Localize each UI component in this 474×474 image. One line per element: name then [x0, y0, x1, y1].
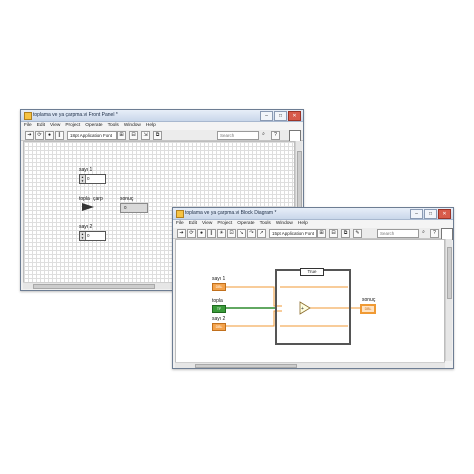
front-panel-menubar: File Edit View Project Operate Tools Win…: [21, 122, 303, 130]
distribute-objects-icon[interactable]: ⊟: [329, 229, 338, 238]
close-button[interactable]: ✕: [288, 111, 301, 121]
menu-view[interactable]: View: [50, 122, 60, 130]
menu-edit[interactable]: Edit: [37, 122, 45, 130]
front-panel-title: toplama ve ya çarpma.vi Front Panel *: [33, 112, 118, 118]
font-select[interactable]: 15pt Application Font: [269, 229, 317, 238]
search-input[interactable]: Search: [377, 229, 419, 238]
menu-help[interactable]: Help: [298, 220, 308, 228]
run-continuously-icon[interactable]: ⟳: [187, 229, 196, 238]
menu-edit[interactable]: Edit: [189, 220, 197, 228]
abort-icon[interactable]: ●: [197, 229, 206, 238]
sayi1-value[interactable]: 0: [87, 176, 90, 181]
block-diagram-titlebar[interactable]: toplama ve ya çarpma.vi Block Diagram * …: [173, 208, 453, 220]
menu-window[interactable]: Window: [124, 122, 141, 130]
sayi2-value[interactable]: 0: [87, 233, 90, 238]
menu-operate[interactable]: Operate: [85, 122, 102, 130]
increment-arrows-icon[interactable]: ▲ ▼: [80, 175, 86, 183]
step-over-icon[interactable]: ↷: [247, 229, 256, 238]
sayi2-terminal-label: sayı 2: [212, 316, 226, 322]
search-icon[interactable]: ⌕: [420, 229, 427, 236]
menu-file[interactable]: File: [24, 122, 32, 130]
case-structure[interactable]: [275, 269, 351, 345]
menu-project[interactable]: Project: [217, 220, 232, 228]
maximize-button[interactable]: □: [274, 111, 287, 121]
step-into-icon[interactable]: ↘: [237, 229, 246, 238]
run-arrow-icon[interactable]: ➔: [177, 229, 186, 238]
run-continuously-icon[interactable]: ⟳: [35, 131, 44, 140]
font-select[interactable]: 18pt Application Font: [67, 131, 117, 140]
sonuc-numeric-indicator: 0: [120, 203, 148, 213]
block-diagram-vertical-scrollbar[interactable]: [445, 239, 452, 361]
case-selector[interactable]: True: [300, 268, 324, 276]
front-panel-titlebar[interactable]: toplama ve ya çarpma.vi Front Panel * – …: [21, 110, 303, 122]
search-input[interactable]: Search: [217, 131, 259, 140]
step-out-icon[interactable]: ↗: [257, 229, 266, 238]
block-diagram-horizontal-scrollbar[interactable]: [175, 362, 445, 368]
menu-tools[interactable]: Tools: [108, 122, 119, 130]
menu-window[interactable]: Window: [276, 220, 293, 228]
sonuc-terminal-label: sonuç: [362, 297, 376, 303]
minimize-button[interactable]: –: [410, 209, 423, 219]
close-button[interactable]: ✕: [438, 209, 451, 219]
sayi1-terminal-label: sayı 1: [212, 276, 226, 282]
reorder-icon[interactable]: ⧉: [153, 131, 162, 140]
reorder-icon[interactable]: ⧉: [341, 229, 350, 238]
sonuc-label: sonuç: [120, 196, 134, 202]
menu-tools[interactable]: Tools: [260, 220, 271, 228]
help-icon[interactable]: ?: [430, 229, 439, 238]
menu-project[interactable]: Project: [65, 122, 80, 130]
block-diagram-menubar: File Edit View Project Operate Tools Win…: [173, 220, 453, 228]
topla-terminal-label: topla: [212, 298, 223, 304]
case-selector-value[interactable]: True: [307, 269, 316, 274]
sayi2-label: sayı 2: [79, 224, 93, 230]
pause-icon[interactable]: ∥: [55, 131, 64, 140]
align-objects-icon[interactable]: ⊞: [317, 229, 326, 238]
distribute-objects-icon[interactable]: ⊟: [129, 131, 138, 140]
sonuc-value: 0: [124, 205, 127, 210]
front-panel-toolbar: ➔ ⟳ ● ∥ 18pt Application Font ⊞ ⊟ ⇲ ⧉ Se…: [21, 130, 303, 142]
sayi1-label: sayı 1: [79, 167, 93, 173]
toggle-switch-icon[interactable]: [81, 202, 95, 212]
help-icon[interactable]: ?: [271, 131, 280, 140]
retain-wire-values-icon[interactable]: ⊡: [227, 229, 236, 238]
menu-help[interactable]: Help: [146, 122, 156, 130]
menu-operate[interactable]: Operate: [237, 220, 254, 228]
sonuc-terminal[interactable]: DBL: [360, 304, 376, 314]
topla-terminal[interactable]: TF: [212, 305, 226, 313]
increment-arrows-icon[interactable]: ▲ ▼: [80, 232, 86, 240]
sayi2-numeric-control[interactable]: ▲ ▼ 0: [79, 231, 106, 241]
clean-up-diagram-icon[interactable]: ✎: [353, 229, 362, 238]
block-diagram-title: toplama ve ya çarpma.vi Block Diagram *: [185, 210, 277, 216]
resize-objects-icon[interactable]: ⇲: [141, 131, 150, 140]
run-arrow-icon[interactable]: ➔: [25, 131, 34, 140]
maximize-button[interactable]: □: [424, 209, 437, 219]
highlight-execution-icon[interactable]: ☀: [217, 229, 226, 238]
menu-file[interactable]: File: [176, 220, 184, 228]
labview-app-icon: [176, 210, 184, 218]
search-icon[interactable]: ⌕: [260, 131, 267, 138]
abort-icon[interactable]: ●: [45, 131, 54, 140]
labview-app-icon: [24, 112, 32, 120]
minimize-button[interactable]: –: [260, 111, 273, 121]
sayi2-terminal[interactable]: DBL: [212, 323, 226, 331]
block-diagram-canvas[interactable]: + True sayı 1 DBL topla TF sayı 2 DBL so…: [175, 239, 445, 363]
sayi1-terminal[interactable]: DBL: [212, 283, 226, 291]
sayi1-numeric-control[interactable]: ▲ ▼ 0: [79, 174, 106, 184]
align-objects-icon[interactable]: ⊞: [117, 131, 126, 140]
block-diagram-toolbar: ➔ ⟳ ● ∥ ☀ ⊡ ↘ ↷ ↗ 15pt Application Font …: [173, 228, 453, 240]
pause-icon[interactable]: ∥: [207, 229, 216, 238]
block-diagram-window: toplama ve ya çarpma.vi Block Diagram * …: [172, 207, 454, 369]
menu-view[interactable]: View: [202, 220, 212, 228]
